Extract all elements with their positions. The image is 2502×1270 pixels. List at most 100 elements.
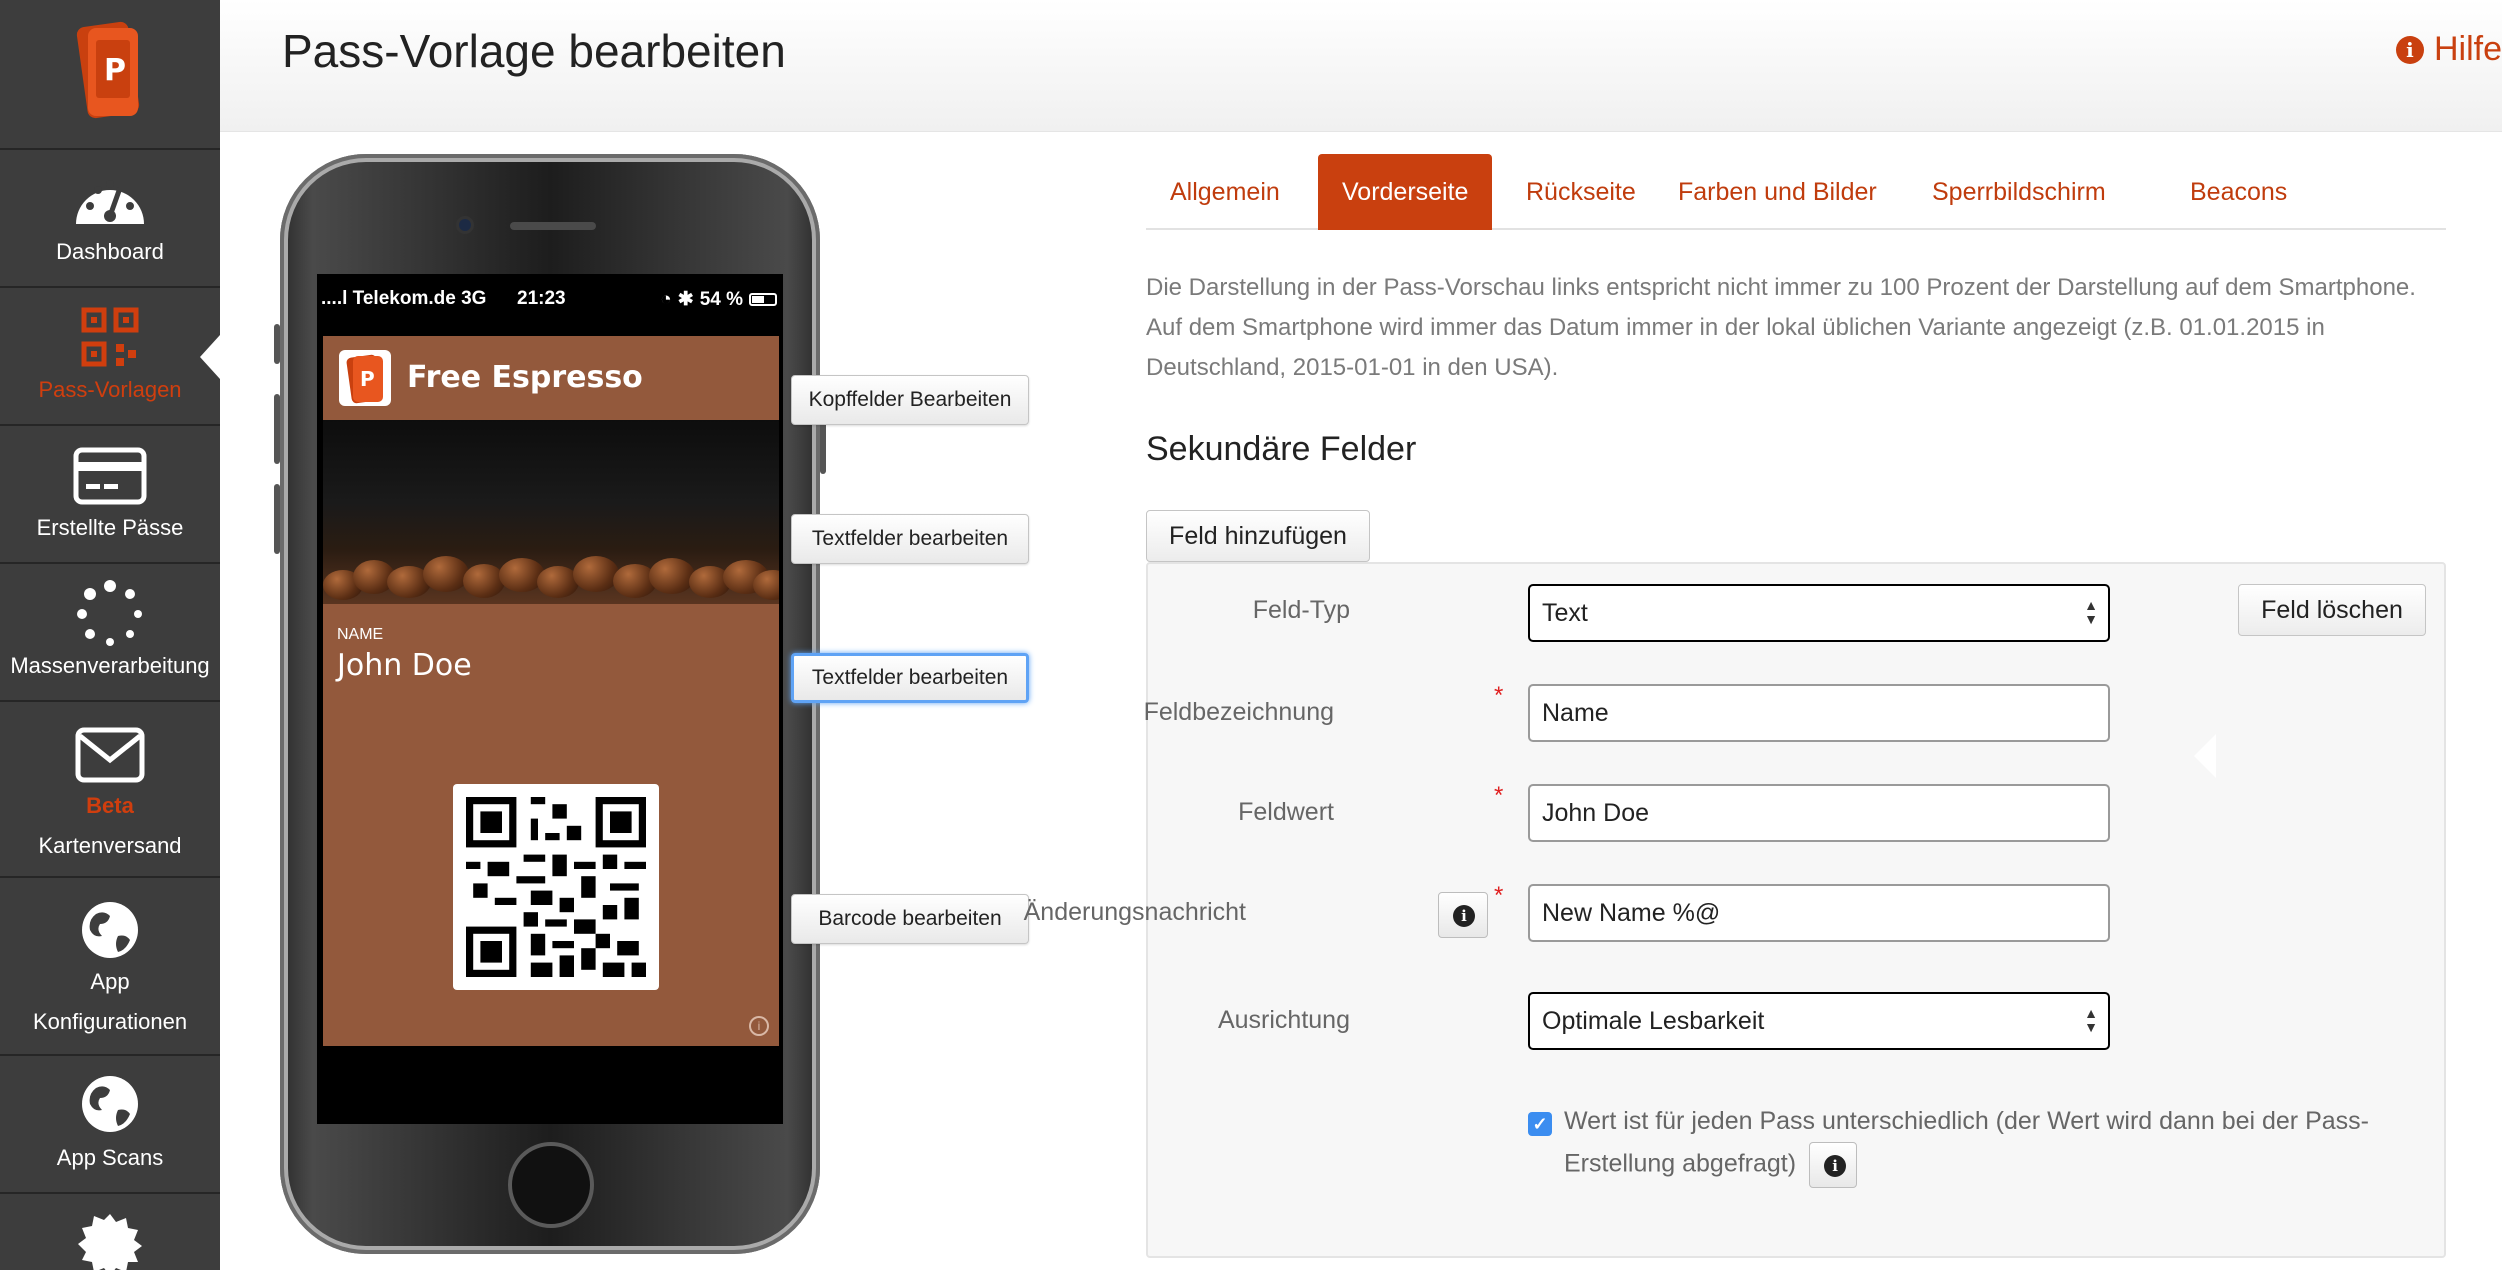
field-name-value: Name bbox=[1542, 699, 1609, 727]
section-title: Sekundäre Felder bbox=[1146, 430, 1417, 468]
unique-value-info-button[interactable]: i bbox=[1809, 1142, 1858, 1188]
field-type-label: Feld-Typ bbox=[1252, 596, 1350, 624]
battery-icon bbox=[749, 293, 777, 306]
app-logo[interactable]: P bbox=[0, 0, 220, 150]
phone-side-button bbox=[274, 394, 280, 464]
tab-allgemein[interactable]: Allgemein bbox=[1146, 154, 1304, 230]
active-indicator bbox=[200, 335, 220, 379]
sidebar-item-label: App Scans bbox=[56, 1145, 164, 1170]
sidebar: P Dashboard Pass-Vorlagen Erstellte Päss… bbox=[0, 0, 220, 1270]
change-message-label: Änderungsnachricht bbox=[1023, 898, 1246, 926]
sidebar-item-label: Pass-Vorlagen bbox=[38, 377, 182, 402]
pass-logo-icon: P bbox=[339, 350, 391, 406]
status-time: 21:23 bbox=[517, 288, 566, 309]
envelope-icon bbox=[75, 727, 145, 783]
add-field-button[interactable]: Feld hinzufügen bbox=[1146, 510, 1370, 562]
globe-icon bbox=[82, 902, 138, 958]
sidebar-item-label: Dashboard bbox=[56, 239, 164, 264]
sidebar-item-label: Konfigurationen bbox=[32, 1009, 188, 1034]
field-name-input[interactable]: Name bbox=[1528, 684, 2110, 742]
tab-beacons[interactable]: Beacons bbox=[2166, 154, 2311, 230]
coffee-bean bbox=[649, 558, 695, 594]
card-icon bbox=[73, 447, 147, 505]
change-message-input[interactable]: New Name %@ bbox=[1528, 884, 2110, 942]
field-value-input[interactable]: John Doe bbox=[1528, 784, 2110, 842]
phone-home-button bbox=[508, 1142, 594, 1228]
change-message-value: New Name %@ bbox=[1542, 899, 1721, 927]
edit-header-fields-button[interactable]: Kopffelder Bearbeiten bbox=[791, 375, 1029, 425]
panel-arrow bbox=[2194, 734, 2216, 778]
sidebar-item-label: Erstellte Pässe bbox=[36, 515, 184, 540]
sidebar-item-app-scans[interactable]: App Scans bbox=[0, 1058, 220, 1194]
edit-barcode-button[interactable]: Barcode bearbeiten bbox=[791, 894, 1029, 944]
battery-percent: 54 % bbox=[699, 288, 743, 310]
sidebar-item-label: App bbox=[90, 969, 130, 994]
svg-text:P: P bbox=[104, 53, 126, 88]
required-marker: * bbox=[1494, 782, 1504, 809]
edit-primary-fields-button[interactable]: Textfelder bearbeiten bbox=[791, 514, 1029, 564]
alignment-select[interactable]: Optimale Lesbarkeit ▲ ▼ bbox=[1528, 992, 2110, 1050]
phone-preview: ....l Telekom.de 3G 21:23 ◔ ✱ 54 % P Fre… bbox=[274, 154, 826, 1254]
phone-side-button bbox=[274, 324, 280, 364]
lock-rotation-icon: ◔ bbox=[660, 288, 672, 310]
phone-screen: ....l Telekom.de 3G 21:23 ◔ ✱ 54 % P Fre… bbox=[317, 274, 783, 1124]
field-value-value: John Doe bbox=[1542, 799, 1650, 827]
sidebar-item-label: Massenverarbeitung bbox=[10, 653, 210, 678]
beta-badge: Beta bbox=[86, 793, 134, 818]
field-type-select[interactable]: Text ▲ ▼ bbox=[1528, 584, 2110, 642]
field-name-label: Feldbezeichnung bbox=[1143, 698, 1334, 726]
pass-title: Free Espresso bbox=[407, 360, 643, 395]
edit-secondary-fields-button[interactable]: Textfelder bearbeiten bbox=[791, 653, 1029, 703]
coffee-bean bbox=[423, 556, 469, 592]
field-edit-panel: Feld löschen Feld-Typ Text ▲ ▼ Feldbezeic… bbox=[1024, 562, 2446, 1258]
spinner-icon bbox=[77, 580, 142, 646]
info-icon: i bbox=[2395, 35, 2424, 64]
pass-field-value: John Doe bbox=[337, 648, 472, 683]
change-message-info-button[interactable]: i bbox=[1438, 892, 1488, 938]
sidebar-item-dashboard[interactable]: Dashboard bbox=[0, 152, 220, 288]
alignment-label: Ausrichtung bbox=[1217, 1006, 1350, 1034]
unique-value-label: Wert ist für jeden Pass unterschiedlich … bbox=[1564, 1100, 2404, 1188]
qr-code-icon bbox=[466, 797, 646, 977]
coffee-bean bbox=[463, 564, 505, 598]
select-arrows-icon: ▲ ▼ bbox=[2084, 1005, 2098, 1035]
sidebar-item-label: Kartenversand bbox=[38, 833, 182, 858]
svg-text:P: P bbox=[360, 367, 375, 391]
sidebar-item-pass-vorlagen[interactable]: Pass-Vorlagen bbox=[0, 290, 220, 426]
tab-sperrbildschirm[interactable]: Sperrbildschirm bbox=[1908, 154, 2130, 230]
qr-code-icon bbox=[81, 307, 139, 367]
required-marker: * bbox=[1494, 682, 1504, 709]
delete-field-button[interactable]: Feld löschen bbox=[2238, 584, 2426, 636]
dashboard-gauge-icon bbox=[76, 180, 144, 224]
tab-vorderseite[interactable]: Vorderseite bbox=[1318, 154, 1493, 230]
globe-icon bbox=[82, 1076, 138, 1132]
help-link[interactable]: i Hilfe bbox=[2395, 30, 2502, 69]
tab-rueckseite[interactable]: Rückseite bbox=[1502, 154, 1660, 230]
sidebar-item-massenverarbeitung[interactable]: Massenverarbeitung bbox=[0, 566, 220, 702]
sidebar-item-app-konfigurationen[interactable]: App Konfigurationen bbox=[0, 880, 220, 1056]
passcreator-logo-icon: P bbox=[76, 21, 140, 119]
sidebar-item-erstellte-paesse[interactable]: Erstellte Pässe bbox=[0, 428, 220, 564]
pass-info-icon[interactable]: i bbox=[749, 1016, 769, 1036]
page-title: Pass-Vorlage bearbeiten bbox=[282, 25, 786, 77]
status-right: ◔ ✱ 54 % bbox=[660, 288, 777, 311]
select-arrows-icon: ▲ ▼ bbox=[2084, 597, 2098, 627]
unique-value-checkbox[interactable]: ✓ bbox=[1528, 1112, 1552, 1136]
phone-camera bbox=[456, 216, 474, 234]
bluetooth-icon: ✱ bbox=[677, 289, 694, 310]
coffee-bean bbox=[753, 570, 779, 600]
field-value-label: Feldwert bbox=[1238, 798, 1334, 826]
pass-card: P Free Espresso NAME John Doe i bbox=[323, 336, 779, 1046]
gear-icon[interactable] bbox=[78, 1212, 142, 1270]
tab-farben-und-bilder[interactable]: Farben und Bilder bbox=[1654, 154, 1901, 230]
preview-info-text: Die Darstellung in der Pass-Vorschau lin… bbox=[1146, 274, 2416, 381]
phone-side-button bbox=[274, 484, 280, 554]
tab-bar: Allgemein Vorderseite Rückseite Farben u… bbox=[1146, 154, 2446, 230]
info-icon: i bbox=[1824, 1155, 1847, 1177]
pass-strip-image bbox=[323, 420, 779, 604]
sidebar-item-kartenversand[interactable]: Beta Kartenversand bbox=[0, 704, 220, 878]
help-label: Hilfe bbox=[2433, 30, 2502, 68]
page-header: Pass-Vorlage bearbeiten i Hilfe bbox=[220, 0, 2502, 132]
status-bar: ....l Telekom.de 3G 21:23 ◔ ✱ 54 % bbox=[317, 274, 783, 322]
pass-field-label: NAME bbox=[337, 626, 384, 643]
